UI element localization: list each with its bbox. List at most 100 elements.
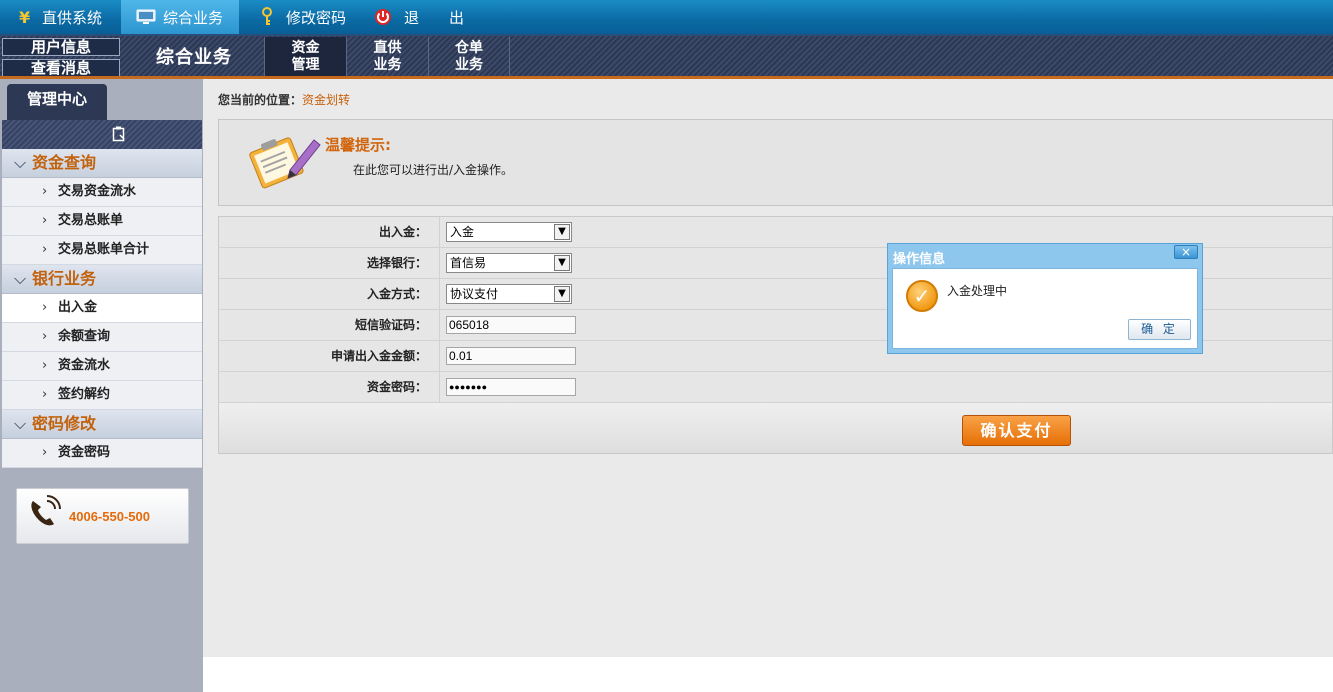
sidebar-item-trade-ledger-total[interactable]: › 交易总账单合计 [2, 236, 202, 265]
method-select[interactable]: 协议支付 ▼ [446, 284, 572, 304]
tab-label-line2: 业务 [455, 57, 483, 73]
chevron-right-icon: › [42, 358, 48, 373]
tip-text: 在此您可以进行出/入金操作。 [353, 163, 514, 177]
sidebar-item-fund-flow[interactable]: › 资金流水 [2, 352, 202, 381]
top-nav-change-password[interactable]: 修改密码 [258, 0, 346, 34]
top-nav-label: 综合业务 [163, 8, 224, 27]
amount-input[interactable]: 0.01 [446, 347, 576, 365]
chevron-down-icon: ⌵ [14, 153, 27, 172]
yen-icon: ¥ [14, 6, 36, 28]
chevron-down-icon[interactable]: ▼ [554, 224, 570, 240]
sidebar: 管理中心 ⌵ 资金查询 › 交易资金流水 › 交易总账单 › 交易总账单合计 ⌵ 银行业务… [0, 79, 203, 692]
chevron-right-icon: › [42, 387, 48, 402]
sidebar-group-password-change[interactable]: ⌵ 密码修改 [2, 410, 202, 439]
sms-code-input[interactable]: 065018 [446, 316, 576, 334]
sidebar-item-label: 交易总账单 [58, 213, 124, 228]
sidebar-group-bank-business[interactable]: ⌵ 银行业务 [2, 265, 202, 294]
breadcrumb-current: 资金划转 [302, 93, 351, 107]
key-icon [258, 6, 280, 28]
operation-info-dialog: 操作信息 × ✓ 入金处理中 确 定 [887, 243, 1203, 354]
section-title: 综合业务 [156, 47, 232, 68]
sidebar-group-label: 密码修改 [32, 414, 97, 433]
top-nav-label: 修改密码 [286, 8, 347, 27]
tab-label-line2: 业务 [373, 57, 402, 73]
computer-icon [135, 6, 157, 28]
power-icon [372, 6, 394, 28]
sidebar-group-label: 银行业务 [32, 269, 97, 288]
tab-direct-supply[interactable]: 直供 业务 [346, 37, 428, 76]
breadcrumb-label: 您当前的位置： [218, 93, 303, 107]
tab-label-line1: 仓单 [455, 40, 483, 56]
fund-password-input[interactable]: ●●●●●●● [446, 378, 576, 396]
dialog-body: ✓ 入金处理中 确 定 [892, 268, 1198, 349]
dialog-title: 操作信息 [893, 252, 946, 267]
tip-title: 温馨提示: [325, 136, 391, 154]
chevron-right-icon: › [42, 445, 48, 460]
sidebar-item-trade-fund-flow[interactable]: › 交易资金流水 [2, 178, 202, 207]
main-footer-area [203, 657, 1333, 692]
phone-icon [27, 495, 63, 537]
sidebar-item-label: 交易总账单合计 [58, 242, 150, 257]
top-nav-label: 直供系统 [42, 8, 103, 27]
hotline-number: 4006-550-500 [69, 508, 150, 524]
top-nav-logout[interactable]: 退 出 [372, 0, 464, 34]
method-selected: 协议支付 [450, 287, 499, 301]
sms-code-label: 短信验证码： [218, 310, 440, 340]
user-info-button[interactable]: 用户信息 [2, 38, 120, 56]
method-label: 入金方式： [218, 279, 440, 309]
svg-text:¥: ¥ [19, 8, 30, 26]
confirm-pay-button[interactable]: 确认支付 [962, 415, 1071, 446]
sidebar-item-label: 签约解约 [58, 387, 111, 402]
tab-label-line1: 资金 [291, 40, 320, 56]
sidebar-group-fund-query[interactable]: ⌵ 资金查询 [2, 149, 202, 178]
sidebar-item-trade-ledger[interactable]: › 交易总账单 [2, 207, 202, 236]
sidebar-tab-management-center[interactable]: 管理中心 [7, 84, 107, 122]
direction-select[interactable]: 入金 ▼ [446, 222, 572, 242]
dialog-ok-button[interactable]: 确 定 [1128, 319, 1191, 340]
fund-password-label: 资金密码： [218, 372, 440, 402]
sidebar-item-deposit-withdraw[interactable]: › 出入金 [2, 294, 202, 323]
form-row-password: 资金密码： ●●●●●●● [218, 372, 1333, 403]
breadcrumb: 您当前的位置：资金划转 [218, 91, 350, 108]
chevron-down-icon: ⌵ [14, 269, 27, 288]
sidebar-item-label: 资金密码 [58, 445, 111, 460]
direction-label: 出入金： [218, 217, 440, 247]
bank-selected: 首信易 [450, 256, 487, 270]
sidebar-item-sign-unsign[interactable]: › 签约解约 [2, 381, 202, 410]
tab-label-line1: 直供 [373, 40, 402, 56]
bank-select[interactable]: 首信易 ▼ [446, 253, 572, 273]
top-navigation-bar: ¥ 直供系统 综合业务 修改密码 退 出 [0, 0, 1333, 36]
chevron-down-icon[interactable]: ▼ [554, 286, 570, 302]
amount-label: 申请出入金金额： [218, 341, 440, 371]
chevron-down-icon: ⌵ [14, 414, 27, 433]
checkmark-icon: ✓ [906, 280, 938, 312]
sidebar-item-label: 余额查询 [58, 329, 111, 344]
sidebar-item-balance-query[interactable]: › 余额查询 [2, 323, 202, 352]
chevron-right-icon: › [42, 300, 48, 315]
chevron-right-icon: › [42, 242, 48, 257]
sidebar-item-label: 交易资金流水 [58, 184, 137, 199]
top-nav-direct-supply[interactable]: ¥ 直供系统 [14, 0, 102, 34]
tab-warehouse-receipt[interactable]: 仓单 业务 [428, 37, 510, 76]
sidebar-item-label: 资金流水 [58, 358, 111, 373]
sidebar-header-band [2, 120, 202, 149]
sidebar-item-label: 出入金 [58, 300, 98, 315]
chevron-right-icon: › [42, 213, 48, 228]
tab-fund-management[interactable]: 资金 管理 [264, 37, 346, 76]
sidebar-group-label: 资金查询 [32, 153, 97, 172]
chevron-right-icon: › [42, 184, 48, 199]
close-icon[interactable]: × [1174, 245, 1198, 259]
notepad-pencil-icon [246, 130, 322, 196]
sidebar-item-fund-password[interactable]: › 资金密码 [2, 439, 202, 468]
dialog-message: 入金处理中 [947, 284, 1008, 298]
clipboard-icon[interactable] [112, 126, 126, 146]
top-nav-general-business[interactable]: 综合业务 [121, 0, 239, 34]
view-messages-button[interactable]: 查看消息 [2, 59, 120, 77]
bank-label: 选择银行： [218, 248, 440, 278]
tab-label-line2: 管理 [291, 57, 320, 73]
top-nav-label: 退 出 [404, 8, 465, 27]
form-action-row [219, 403, 1332, 453]
chevron-right-icon: › [42, 329, 48, 344]
chevron-down-icon[interactable]: ▼ [554, 255, 570, 271]
direction-selected: 入金 [450, 225, 475, 239]
